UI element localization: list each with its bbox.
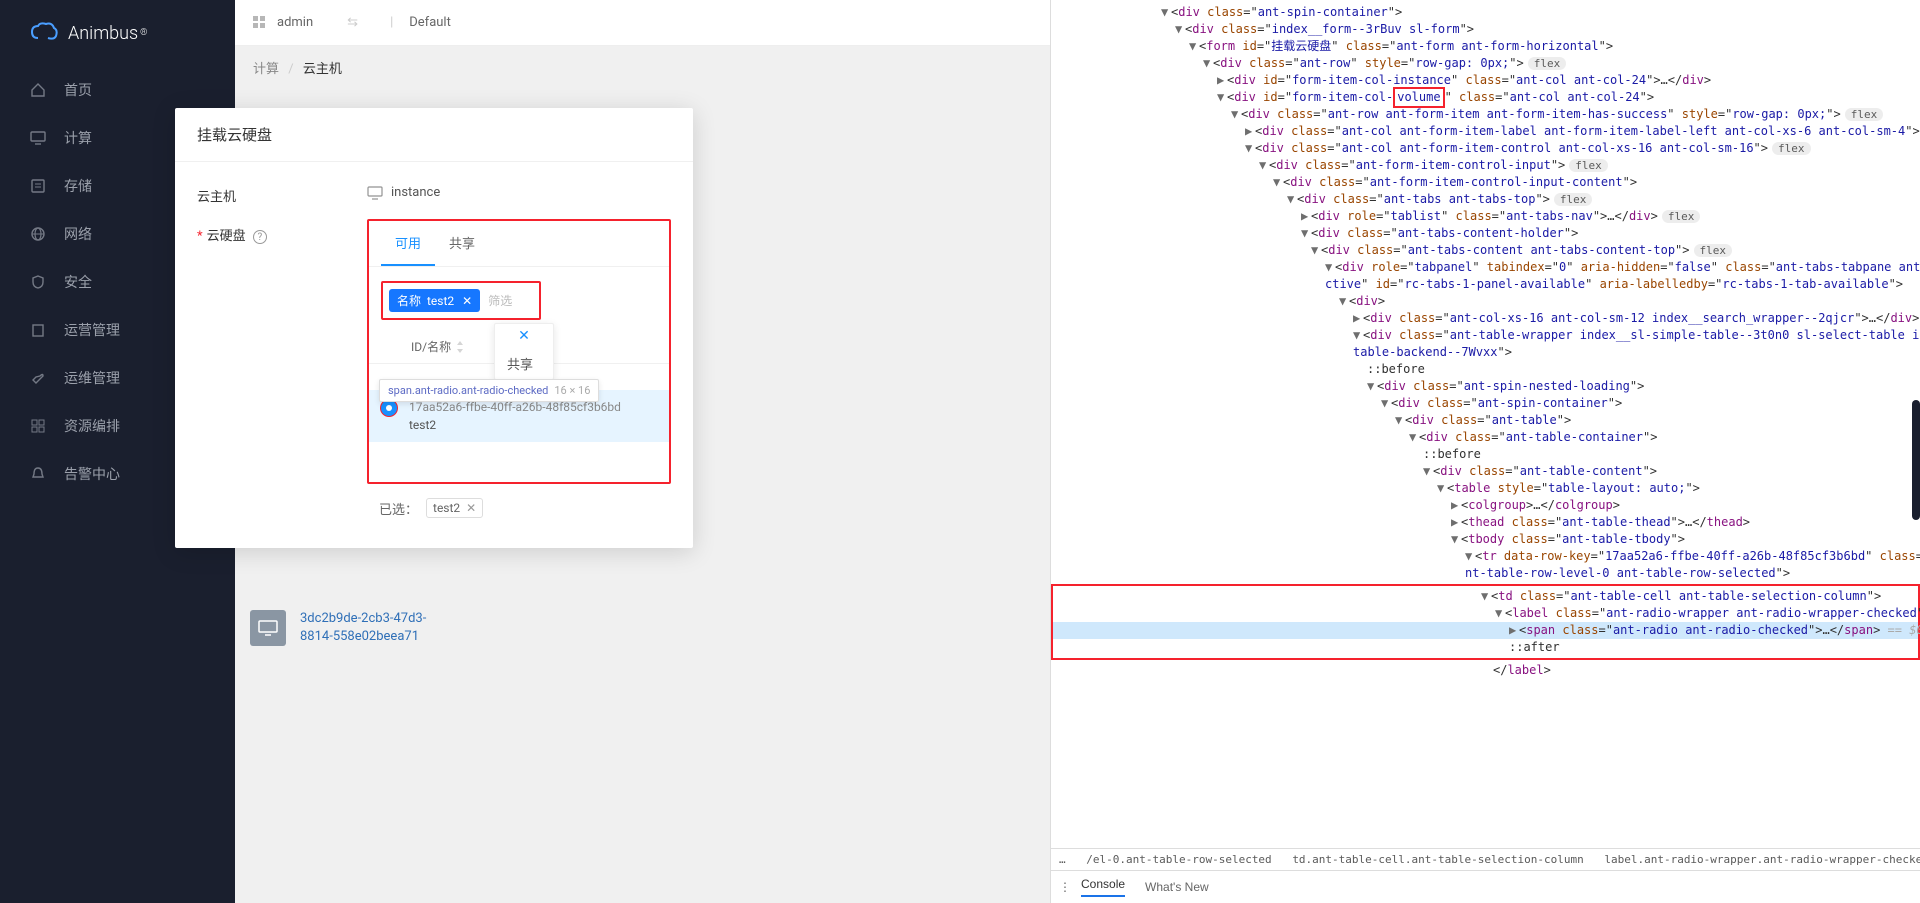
close-icon[interactable]: ✕ xyxy=(495,324,553,348)
tab-shared[interactable]: 共享 xyxy=(435,221,489,266)
selected-label: 已选： xyxy=(379,499,418,518)
topbar-project[interactable]: Default xyxy=(409,15,451,30)
tab-console[interactable]: Console xyxy=(1081,877,1125,897)
modal-title: 挂载云硬盘 xyxy=(175,108,693,162)
search-input[interactable]: 名称 test2 ✕ 筛选 xyxy=(381,281,541,320)
wrench-icon xyxy=(30,370,46,386)
bell-icon xyxy=(30,466,46,482)
breadcrumb: 计算 / 云主机 xyxy=(235,46,1050,89)
host-value: instance xyxy=(391,185,440,200)
volume-section-highlighted: 可用 共享 名称 test2 ✕ 筛选 xyxy=(367,219,671,484)
main-content: admin ⇆ | Default 计算 / 云主机 3dc2b9de-2cb3… xyxy=(235,0,1050,903)
logo: Animbus® xyxy=(0,0,235,66)
console-drawer: ⋮ Console What's New xyxy=(1051,870,1920,903)
devtools-panel: ▼<div class="ant-spin-container"> ▼<div … xyxy=(1050,0,1920,903)
volume-name: test2 xyxy=(409,416,657,434)
selected-tag: test2 ✕ xyxy=(426,498,483,518)
radio-selected[interactable] xyxy=(381,400,397,416)
monitor-icon xyxy=(30,130,46,146)
shield-icon xyxy=(30,274,46,290)
grid-icon xyxy=(30,418,46,434)
host-label: 云主机 xyxy=(197,180,367,205)
kebab-icon[interactable]: ⋮ xyxy=(1059,880,1069,894)
remove-selected-icon[interactable]: ✕ xyxy=(466,501,476,515)
grid-icon xyxy=(253,16,267,30)
topbar-user[interactable]: admin xyxy=(277,15,313,30)
volume-label: *云硬盘 ? xyxy=(197,219,367,518)
topbar: admin ⇆ | Default xyxy=(235,0,1050,46)
help-icon[interactable]: ? xyxy=(253,230,267,244)
monitor-icon xyxy=(367,186,383,200)
list-icon xyxy=(30,178,46,194)
logo-icon xyxy=(30,22,58,44)
filter-placeholder: 筛选 xyxy=(488,292,512,309)
dropdown-option[interactable]: 共享 xyxy=(495,348,553,379)
filter-dropdown: ✕ 共享 xyxy=(494,323,554,380)
remove-tag-icon[interactable]: ✕ xyxy=(462,294,472,308)
inspector-tooltip: span.ant-radio.ant-radio-checked16 × 16 xyxy=(379,379,599,402)
scrollbar[interactable] xyxy=(1912,400,1920,520)
breadcrumb-trail[interactable]: … /el-0.ant-table-row-selected td.ant-ta… xyxy=(1051,848,1920,870)
home-icon xyxy=(30,82,46,98)
sort-icon xyxy=(455,341,465,353)
tab-whatsnew[interactable]: What's New xyxy=(1145,880,1209,894)
breadcrumb-item[interactable]: 计算 xyxy=(253,62,279,77)
bg-instance-card: 3dc2b9de-2cb3-47d3-8814-558e02beea71 xyxy=(250,610,426,646)
instance-link[interactable]: 3dc2b9de-2cb3-47d3-8814-558e02beea71 xyxy=(300,610,426,646)
monitor-icon xyxy=(250,610,286,646)
breadcrumb-item[interactable]: 云主机 xyxy=(303,62,342,77)
tab-available[interactable]: 可用 xyxy=(381,221,435,266)
attach-volume-modal: 挂载云硬盘 云主机 instance *云硬盘 ? xyxy=(175,108,693,548)
elements-tree[interactable]: ▼<div class="ant-spin-container"> ▼<div … xyxy=(1051,0,1920,848)
building-icon xyxy=(30,322,46,338)
sidebar-item[interactable]: 首页 xyxy=(0,66,235,114)
swap-icon[interactable]: ⇆ xyxy=(347,15,358,30)
globe-icon xyxy=(30,226,46,242)
filter-tag: 名称 test2 ✕ xyxy=(389,289,480,312)
